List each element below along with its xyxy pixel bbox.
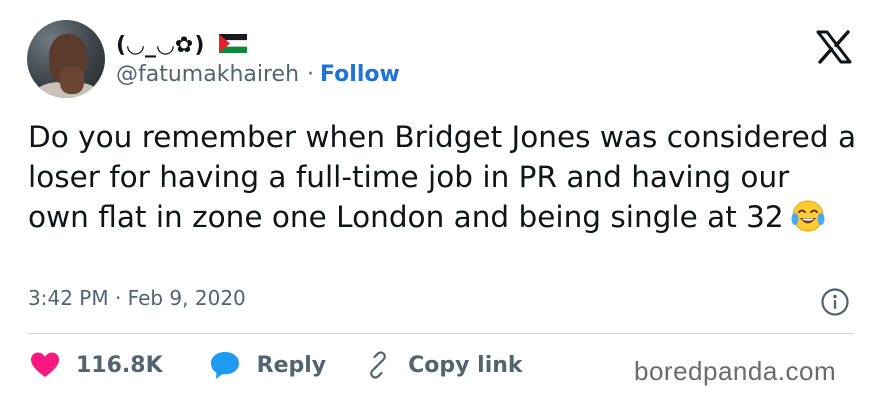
laughing-emoji-icon — [790, 199, 826, 243]
separator-dot: · — [307, 62, 315, 87]
author-name-row: (◡_◡✿) — [116, 28, 248, 62]
action-bar: 116.8K Reply Copy link — [30, 347, 523, 383]
follow-button[interactable]: Follow — [320, 62, 400, 87]
watermark: boredpanda.com — [634, 356, 837, 386]
like-button[interactable]: 116.8K — [30, 351, 163, 379]
divider — [28, 333, 854, 334]
reply-bubble-icon — [210, 352, 239, 379]
handle-row: @fatumakhaireh · Follow — [116, 62, 400, 87]
handle[interactable]: @fatumakhaireh — [116, 62, 299, 87]
like-count: 116.8K — [76, 352, 163, 378]
avatar-hand — [60, 66, 84, 94]
tweet-text: Do you remember when Bridget Jones was c… — [28, 117, 858, 243]
tweet-timestamp[interactable]: 3:42 PM · Feb 9, 2020 — [28, 286, 246, 310]
copy-link-label: Copy link — [408, 352, 523, 378]
reply-label: Reply — [256, 352, 327, 378]
reply-button[interactable]: Reply — [209, 350, 327, 380]
tweet-body: Do you remember when Bridget Jones was c… — [28, 120, 857, 234]
x-logo-icon[interactable] — [816, 30, 852, 64]
info-icon[interactable] — [820, 287, 850, 317]
display-name[interactable]: (◡_◡✿) — [116, 33, 205, 58]
link-icon — [370, 351, 387, 379]
copy-link-button[interactable]: Copy link — [364, 351, 523, 379]
heart-icon — [31, 352, 59, 377]
palestine-flag-icon — [219, 33, 248, 57]
avatar[interactable] — [27, 20, 105, 98]
